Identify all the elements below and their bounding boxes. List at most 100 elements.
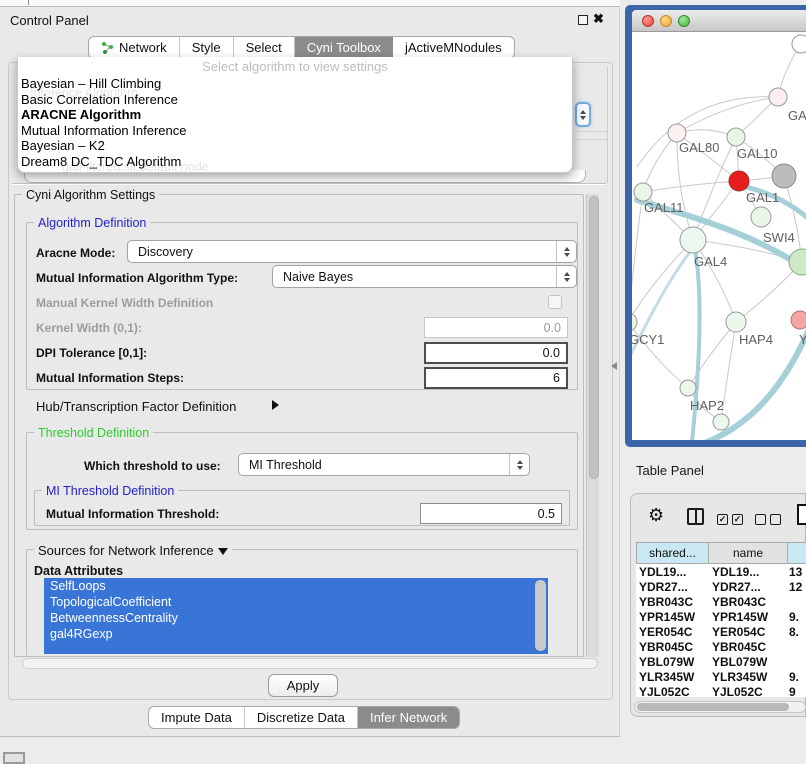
node-label: GAL — [788, 108, 806, 123]
table-row[interactable]: YBR043C YBR043C — [636, 594, 806, 609]
algorithm-option[interactable]: Mutual Information Inference — [21, 123, 572, 139]
algorithm-option[interactable]: Bayesian – Hill Climbing — [21, 76, 572, 92]
mi-threshold-field[interactable]: 0.5 — [420, 503, 562, 524]
aracne-mode-combo[interactable]: Discovery — [127, 240, 577, 263]
network-node-gal10[interactable] — [727, 128, 745, 146]
network-node[interactable] — [713, 414, 729, 430]
table-panel-title: Table Panel — [636, 463, 704, 478]
network-node[interactable] — [772, 164, 796, 188]
network-node-gal1[interactable] — [729, 171, 749, 191]
window-top-strip — [0, 0, 620, 7]
tab-network-label: Network — [119, 40, 167, 55]
table-row[interactable]: YJL052C YJL052C 9 — [636, 684, 806, 697]
node-label-gal11: GAL11 — [644, 200, 684, 215]
algorithm-option[interactable]: Dream8 DC_TDC Algorithm — [21, 154, 572, 170]
manual-kernel-checkbox[interactable] — [548, 295, 562, 309]
algorithm-combo-stepper[interactable] — [575, 102, 591, 127]
table-row[interactable]: YER054C YER054C 8. — [636, 624, 806, 639]
node-label-gal4: GAL4 — [694, 254, 727, 269]
dpi-tolerance-field[interactable]: 0.0 — [424, 342, 568, 364]
cell-shared: YPR145W — [636, 610, 709, 624]
network-canvas[interactable]: GAL GAL80 GAL10 GAL1 GAL11 SWI4 GAL4 GCY… — [632, 32, 806, 440]
mi-type-label: Mutual Information Algorithm Type: — [36, 271, 238, 285]
dpi-tolerance-label: DPI Tolerance [0,1]: — [36, 346, 147, 360]
close-traffic-light-icon[interactable] — [642, 15, 654, 27]
node-label-gcy1: GCY1 — [632, 332, 664, 347]
attributes-scrollbar-thumb[interactable] — [535, 580, 546, 651]
attribute-item[interactable]: gal4RGexp — [44, 626, 548, 642]
network-node-gal4[interactable] — [680, 227, 706, 253]
network-node-hap2[interactable] — [680, 380, 696, 396]
table-hscrollbar[interactable] — [634, 701, 806, 713]
kernel-width-field[interactable]: 0.0 — [424, 317, 568, 338]
table-hscrollbar-thumb[interactable] — [637, 703, 789, 711]
attribute-item[interactable]: TopologicalCoefficient — [44, 594, 548, 610]
tab-infer-network[interactable]: Infer Network — [358, 707, 459, 728]
algorithm-option[interactable]: Bayesian – K2 — [21, 138, 572, 154]
minimize-traffic-light-icon[interactable] — [660, 15, 672, 27]
table-row[interactable]: YBL079W YBL079W — [636, 654, 806, 669]
tab-network[interactable]: Network — [89, 37, 180, 58]
tab-select[interactable]: Select — [234, 37, 295, 58]
float-window-icon[interactable] — [578, 15, 588, 25]
algorithm-option-selected[interactable]: ARACNE Algorithm — [21, 107, 572, 123]
mi-type-combo[interactable]: Naive Bayes — [272, 265, 577, 288]
cell-name: YDR27... — [709, 580, 787, 594]
attribute-item[interactable]: BetweennessCentrality — [44, 610, 548, 626]
network-node-swi4[interactable] — [751, 207, 771, 227]
tab-select-label: Select — [246, 40, 282, 55]
split-collapse-arrow-icon[interactable] — [611, 362, 617, 370]
tab-cyni-toolbox-label: Cyni Toolbox — [307, 40, 381, 55]
tab-jactivemnodules[interactable]: jActiveMNodules — [393, 37, 514, 58]
split-columns-icon[interactable] — [687, 508, 704, 525]
network-node-gal11[interactable] — [634, 183, 652, 201]
tab-cyni-toolbox[interactable]: Cyni Toolbox — [295, 37, 393, 58]
network-node-hap4[interactable] — [726, 312, 746, 332]
network-node[interactable] — [789, 249, 806, 275]
attribute-item[interactable]: SelfLoops — [44, 578, 548, 594]
mi-threshold-group-title: MI Threshold Definition — [42, 484, 178, 498]
data-attributes-label: Data Attributes — [34, 564, 123, 578]
tab-impute-data[interactable]: Impute Data — [149, 707, 245, 728]
minimized-panel-icon[interactable] — [3, 752, 25, 764]
mi-threshold-value: 0.5 — [538, 507, 555, 521]
settings-scrollbar[interactable] — [586, 194, 599, 657]
network-view-window[interactable]: GAL GAL80 GAL10 GAL1 GAL11 SWI4 GAL4 GCY… — [625, 5, 806, 447]
zoom-traffic-light-icon[interactable] — [678, 15, 690, 27]
sources-collapse-arrow-icon[interactable] — [218, 548, 228, 555]
column-header-partial[interactable] — [788, 542, 806, 564]
network-window-titlebar[interactable] — [632, 10, 806, 32]
table-row[interactable]: YDL19... YDL19... 13 — [636, 564, 806, 579]
checked-pair-icon[interactable]: ✓✓ — [717, 514, 743, 525]
hub-definition-label[interactable]: Hub/Transcription Factor Definition — [36, 399, 236, 414]
table-row[interactable]: YBR045C YBR045C — [636, 639, 806, 654]
table-row[interactable]: YPR145W YPR145W 9. — [636, 609, 806, 624]
algorithm-option[interactable]: Basic Correlation Inference — [21, 92, 572, 108]
table-row[interactable]: YLR345W YLR345W 9. — [636, 669, 806, 684]
hub-expand-arrow-icon[interactable] — [272, 400, 279, 410]
network-node[interactable] — [769, 88, 787, 106]
cell-shared: YBR043C — [636, 595, 709, 609]
data-attributes-list[interactable]: SelfLoops TopologicalCoefficient Between… — [44, 578, 548, 654]
tab-jactivemnodules-label: jActiveMNodules — [405, 40, 502, 55]
gear-icon[interactable]: ⚙ — [648, 506, 664, 524]
network-node[interactable] — [791, 311, 806, 329]
network-node[interactable] — [792, 35, 806, 53]
tab-style-label: Style — [192, 40, 221, 55]
settings-hscrollbar[interactable] — [22, 658, 598, 669]
cell-value: 9. — [787, 670, 806, 684]
which-threshold-combo[interactable]: MI Threshold — [238, 453, 530, 476]
close-icon[interactable]: ✖ — [593, 11, 604, 27]
column-header-name[interactable]: name — [709, 542, 788, 564]
mi-steps-field[interactable]: 6 — [424, 367, 568, 389]
tab-style[interactable]: Style — [180, 37, 234, 58]
network-node-gcy1[interactable] — [632, 313, 637, 331]
unchecked-pair-icon[interactable] — [755, 514, 781, 525]
apply-button[interactable]: Apply — [268, 674, 338, 697]
settings-scrollbar-thumb[interactable] — [589, 196, 599, 479]
table-row[interactable]: YDR27... YDR27... 12 — [636, 579, 806, 594]
column-header-shared[interactable]: shared... — [636, 542, 709, 564]
tab-impute-data-label: Impute Data — [161, 710, 232, 725]
tab-discretize-data[interactable]: Discretize Data — [245, 707, 358, 728]
page-icon[interactable] — [797, 504, 806, 525]
